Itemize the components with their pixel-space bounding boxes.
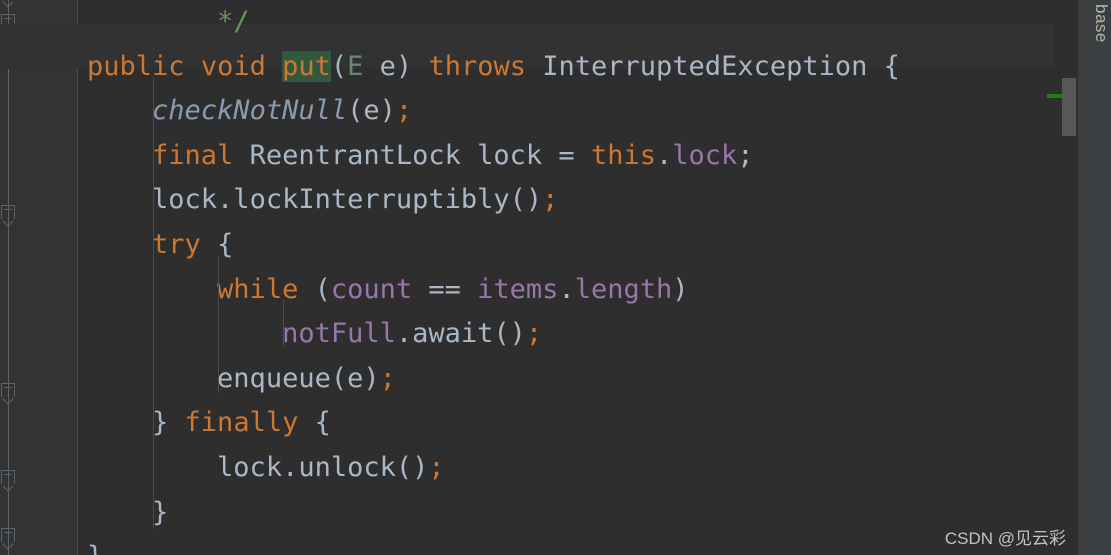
code-line[interactable]: public void put(E e) throws InterruptedE… [78, 45, 1111, 90]
indent-guide [152, 77, 154, 530]
code-token: ) [672, 273, 689, 305]
code-token: ; [428, 452, 445, 483]
editor-icon-gutter[interactable] [17, 0, 78, 555]
code-token: this [590, 139, 656, 171]
tool-window-button-database[interactable]: base [1078, 4, 1111, 43]
code-folding-gutter[interactable] [0, 0, 17, 555]
code-token: } [152, 496, 169, 528]
code-token: public [87, 50, 185, 82]
indent-guide [282, 300, 284, 347]
code-token: ; [395, 95, 413, 127]
code-token: { [298, 407, 331, 439]
code-token: items [477, 273, 559, 305]
code-token: final [152, 139, 234, 171]
code-token: (e) [347, 95, 396, 127]
fold-collapse-arrow-2[interactable] [0, 205, 17, 227]
csdn-watermark: CSDN @见云彩 [944, 529, 1066, 548]
fold-collapse-arrow-0[interactable] [0, 0, 17, 8]
code-line[interactable]: checkNotNull(e); [78, 89, 1111, 134]
ide-editor-window: */public void put(E e) throws Interrupte… [0, 0, 1111, 555]
code-line[interactable]: try { [78, 223, 1111, 268]
code-token: ; [379, 362, 396, 394]
right-tool-window-stripe[interactable]: base [1078, 0, 1111, 555]
code-token: lock [672, 139, 738, 171]
code-line[interactable]: final ReentrantLock lock = this.lock; [78, 134, 1111, 179]
code-token: put [282, 50, 331, 82]
code-token: ; [525, 318, 543, 350]
code-token: void [200, 50, 266, 82]
code-token: e) [363, 50, 429, 82]
code-token: ; [542, 184, 559, 216]
code-token: enqueue(e) [217, 362, 380, 394]
code-token: E [347, 50, 364, 82]
code-token: length [574, 273, 673, 305]
fold-collapse-arrow-5[interactable] [0, 528, 17, 550]
code-token: ReentrantLock lock = [233, 139, 591, 171]
code-token: lock.unlock() [217, 452, 429, 483]
code-line[interactable]: while (count == items.length) [78, 268, 1111, 313]
code-token: ( [330, 50, 348, 82]
code-token: . [655, 139, 673, 171]
code-token: throws [428, 50, 526, 82]
code-line[interactable]: */ [78, 0, 1111, 45]
indent-guide [217, 255, 219, 394]
code-token: checkNotNull [152, 95, 348, 127]
code-token: while [217, 273, 299, 305]
code-token: finally [184, 407, 299, 439]
code-line[interactable]: notFull.await(); [78, 312, 1111, 357]
code-token: == [412, 273, 478, 305]
code-token: . [558, 273, 575, 305]
code-line[interactable]: enqueue(e); [78, 357, 1111, 402]
code-token: notFull [282, 318, 396, 350]
code-token: */ [217, 6, 250, 37]
code-token: try [152, 229, 201, 260]
code-line[interactable]: lock.unlock(); [78, 446, 1111, 491]
code-token: .await() [395, 318, 526, 350]
editor-scrollbar-thumb[interactable] [1062, 78, 1076, 136]
code-token: } [152, 407, 185, 439]
code-token: InterruptedException { [526, 50, 900, 82]
code-token: ; [737, 139, 754, 171]
fold-collapse-arrow-4[interactable] [0, 470, 17, 492]
code-line[interactable]: lock.lockInterruptibly(); [78, 178, 1111, 223]
code-token: ( [298, 273, 331, 305]
code-token: } [87, 541, 103, 555]
code-text-area[interactable]: */public void put(E e) throws Interrupte… [0, 0, 1111, 555]
code-token: count [330, 273, 413, 305]
fold-collapse-arrow-3[interactable] [0, 383, 17, 405]
code-token: lock.lockInterruptibly() [152, 184, 543, 216]
code-line[interactable]: } finally { [78, 401, 1111, 446]
